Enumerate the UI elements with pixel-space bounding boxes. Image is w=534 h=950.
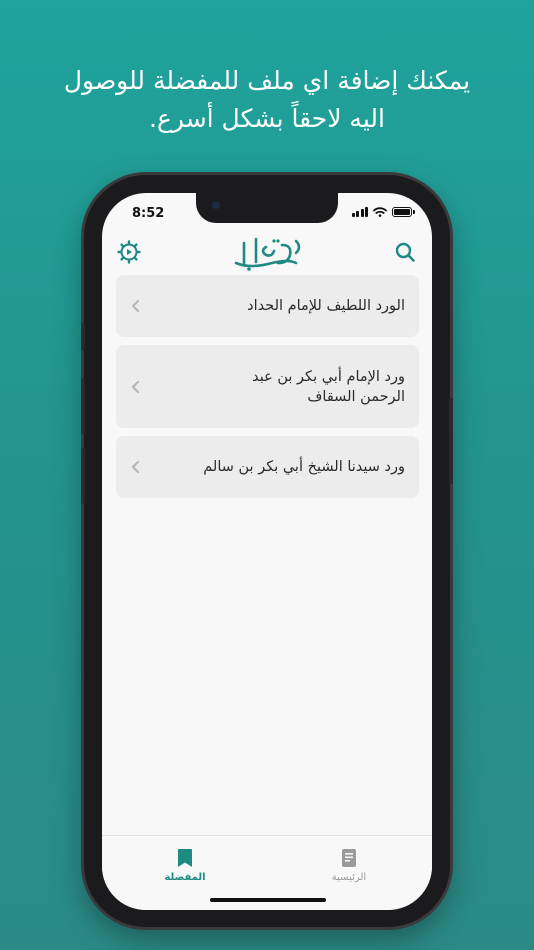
chevron-left-icon xyxy=(132,300,139,312)
tab-favorites[interactable]: المفضلة xyxy=(135,848,235,883)
camera-icon xyxy=(212,201,220,209)
home-indicator xyxy=(210,898,326,902)
phone-volume-down xyxy=(81,448,85,504)
status-icons xyxy=(351,207,415,217)
chevron-left-icon xyxy=(132,380,139,393)
favorite-item[interactable]: الورد اللطيف للإمام الحداد xyxy=(116,275,419,337)
phone-power-button xyxy=(449,398,453,484)
search-button[interactable] xyxy=(392,239,418,265)
promo-line-1: يمكنك إضافة اي ملف للمفضلة للوصول xyxy=(63,66,471,95)
favorite-item[interactable]: ورد سيدنا الشيخ أبي بكر بن سالم xyxy=(116,436,419,498)
cellular-signal-icon xyxy=(351,207,368,217)
favorite-item-title: الورد اللطيف للإمام الحداد xyxy=(247,298,405,314)
status-time: 8:52 xyxy=(132,206,165,221)
calligraphy-logo-icon xyxy=(234,237,301,271)
notch xyxy=(196,193,338,223)
tab-home[interactable]: الرئيسية xyxy=(299,848,399,883)
phone-screen: 8:52 الورد اللطيف للإمام الحداد ورد الإم… xyxy=(102,193,432,910)
favorite-item-title: ورد الإمام أبي بكر بن عبد الرحمن السقاف xyxy=(252,368,405,405)
phone-silent-switch xyxy=(81,323,85,351)
phone-volume-up xyxy=(81,378,85,434)
chevron-left-icon xyxy=(132,461,139,473)
favorite-item[interactable]: ورد الإمام أبي بكر بن عبد الرحمن السقاف xyxy=(116,345,419,428)
search-icon xyxy=(395,242,415,262)
tab-home-label: الرئيسية xyxy=(331,872,367,883)
tab-favorites-label: المفضلة xyxy=(164,872,206,883)
app-header xyxy=(102,233,432,275)
settings-gear-icon xyxy=(117,240,141,264)
book-icon xyxy=(342,849,356,867)
favorite-item-title: ورد سيدنا الشيخ أبي بكر بن سالم xyxy=(203,459,405,475)
battery-icon xyxy=(392,207,415,217)
settings-button[interactable] xyxy=(116,239,142,265)
favorites-list: الورد اللطيف للإمام الحداد ورد الإمام أب… xyxy=(116,275,419,506)
app-logo xyxy=(230,233,306,273)
wifi-icon xyxy=(373,207,387,217)
promo-headline: يمكنك إضافة اي ملف للمفضلة للوصول اليه ل… xyxy=(20,62,514,138)
tab-bar: المفضلة الرئيسية xyxy=(102,835,432,910)
bookmark-icon xyxy=(178,849,192,867)
promo-line-2: اليه لاحقاً بشكل أسرع. xyxy=(149,104,385,133)
